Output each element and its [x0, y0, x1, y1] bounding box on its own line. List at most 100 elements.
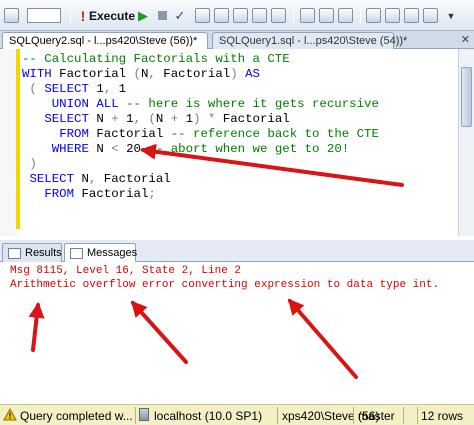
changed-lines-marker — [16, 49, 20, 229]
warning-icon — [3, 408, 17, 422]
server-name: localhost (10.0 SP1) — [154, 409, 263, 423]
tab-sqlquery1-label: SQLQuery1.sql - l...ps420\Steve (54))* — [219, 35, 408, 47]
code-token: ( — [148, 112, 156, 126]
stop-icon[interactable] — [156, 7, 168, 24]
error-message-header: Msg 8115, Level 16, State 2, Line 2 — [10, 265, 242, 277]
code-token: + — [111, 112, 119, 126]
code-line-2[interactable]: WITH Factorial (N, Factorial) AS — [22, 67, 260, 82]
tab-results-label: Results — [25, 247, 62, 259]
messages-pane[interactable]: Msg 8115, Level 16, State 2, Line 2 Arit… — [0, 262, 474, 400]
code-token: Factorial — [96, 172, 171, 186]
results-file-icon[interactable] — [271, 8, 286, 23]
code-token: -- reference back to the CTE — [170, 127, 379, 141]
code-token: SELECT — [29, 172, 75, 186]
code-line-3[interactable]: ( SELECT 1, 1 — [22, 82, 126, 97]
code-token: -- Calculating Factorials with a CTE — [22, 52, 290, 66]
code-token: SELECT — [44, 82, 89, 96]
result-tab-strip: Results Messages — [0, 240, 474, 263]
code-token: < — [111, 142, 119, 156]
database-icon[interactable] — [4, 8, 19, 23]
document-tab-strip: SQLQuery2.sql - l...ps420\Steve (56))* S… — [0, 31, 474, 49]
code-token: 1 — [178, 112, 194, 126]
code-token: WHERE — [51, 142, 89, 156]
code-token: N — [88, 112, 112, 126]
results-text-icon[interactable] — [233, 8, 248, 23]
comment-icon[interactable] — [338, 8, 353, 23]
code-token: 1 — [88, 82, 104, 96]
parse-icon[interactable]: ✓ — [174, 7, 186, 24]
tab-messages-label: Messages — [87, 247, 138, 259]
editor-gutter — [0, 49, 17, 236]
code-token: AS — [245, 67, 260, 81]
code-line-6[interactable]: FROM Factorial -- reference back to the … — [22, 127, 379, 142]
code-line-9[interactable]: SELECT N, Factorial — [22, 172, 171, 187]
code-token: 1 — [111, 82, 127, 96]
tab-sqlquery2[interactable]: SQLQuery2.sql - l...ps420\Steve (56))* — [2, 32, 208, 49]
grid-icon — [8, 248, 21, 259]
code-token: 1 — [118, 112, 134, 126]
error-message-text: Arithmetic overflow error converting exp… — [10, 279, 440, 291]
code-token: FROM — [44, 187, 75, 201]
code-token: 20 — [118, 142, 149, 156]
sql-editor-toolbar: ! Execute ▶ ✓ ▼ — [0, 0, 474, 31]
code-token: ) — [230, 67, 238, 81]
execute-button[interactable]: Execute — [88, 7, 136, 24]
tab-messages[interactable]: Messages — [64, 243, 138, 263]
editor-vertical-scrollbar[interactable] — [458, 49, 474, 236]
code-token: Factorial — [88, 127, 171, 141]
code-token: Factorial — [74, 187, 149, 201]
code-token: ) — [22, 157, 37, 171]
query-options-icon[interactable] — [214, 8, 229, 23]
available-databases-dropdown[interactable] — [24, 7, 64, 24]
client-stats-icon[interactable] — [319, 8, 334, 23]
message-icon — [70, 248, 83, 259]
code-token: N — [155, 112, 171, 126]
outdent-icon[interactable] — [385, 8, 400, 23]
scrollbar-thumb[interactable] — [461, 67, 472, 127]
code-token: ( — [133, 67, 141, 81]
specify-values-icon[interactable] — [423, 8, 438, 23]
debug-icon[interactable]: ▶ — [137, 7, 149, 24]
server-icon — [139, 408, 151, 422]
code-line-7[interactable]: WHERE N < 20 -- abort when we get to 20! — [22, 142, 349, 157]
uncomment-icon[interactable] — [366, 8, 381, 23]
code-line-10[interactable]: FROM Factorial; — [22, 187, 156, 202]
code-token: ) — [193, 112, 201, 126]
code-token: , — [148, 67, 156, 81]
display-plan-icon[interactable] — [195, 8, 210, 23]
query-status: Query completed w... — [20, 409, 132, 423]
code-line-1[interactable]: -- Calculating Factorials with a CTE — [22, 52, 290, 67]
code-token: N — [74, 172, 89, 186]
close-icon[interactable]: ✕ — [461, 33, 470, 46]
tab-sqlquery1[interactable]: SQLQuery1.sql - l...ps420\Steve (54))* — [212, 32, 407, 49]
code-line-4[interactable]: UNION ALL -- here is where it gets recur… — [22, 97, 379, 112]
execute-icon[interactable]: ! — [76, 7, 90, 24]
code-token: , — [133, 112, 141, 126]
code-line-8[interactable]: ) — [22, 157, 37, 172]
indent-icon[interactable] — [404, 8, 419, 23]
row-count: 12 rows — [421, 409, 464, 423]
tab-sqlquery2-label: SQLQuery2.sql - l...ps420\Steve (56))* — [9, 35, 198, 47]
code-token: Factorial — [215, 112, 290, 126]
code-token: -- abort when we get to 20! — [148, 142, 350, 156]
include-plan-icon[interactable] — [300, 8, 315, 23]
tab-results[interactable]: Results — [2, 243, 62, 262]
code-token: Factorial — [155, 67, 231, 81]
code-token: -- here is where it gets recursive — [118, 97, 379, 111]
code-line-5[interactable]: SELECT N + 1, (N + 1) * Factorial — [22, 112, 290, 127]
toolbar-overflow-icon[interactable]: ▼ — [446, 7, 456, 24]
results-grid-icon[interactable] — [252, 8, 267, 23]
code-token: ; — [148, 187, 156, 201]
code-token: WITH — [22, 67, 52, 81]
code-token: ( — [22, 82, 45, 96]
query-editor[interactable]: -- Calculating Factorials with a CTE WITH… — [0, 49, 458, 285]
code-token: SELECT — [44, 112, 89, 126]
execute-label: Execute — [88, 8, 136, 23]
